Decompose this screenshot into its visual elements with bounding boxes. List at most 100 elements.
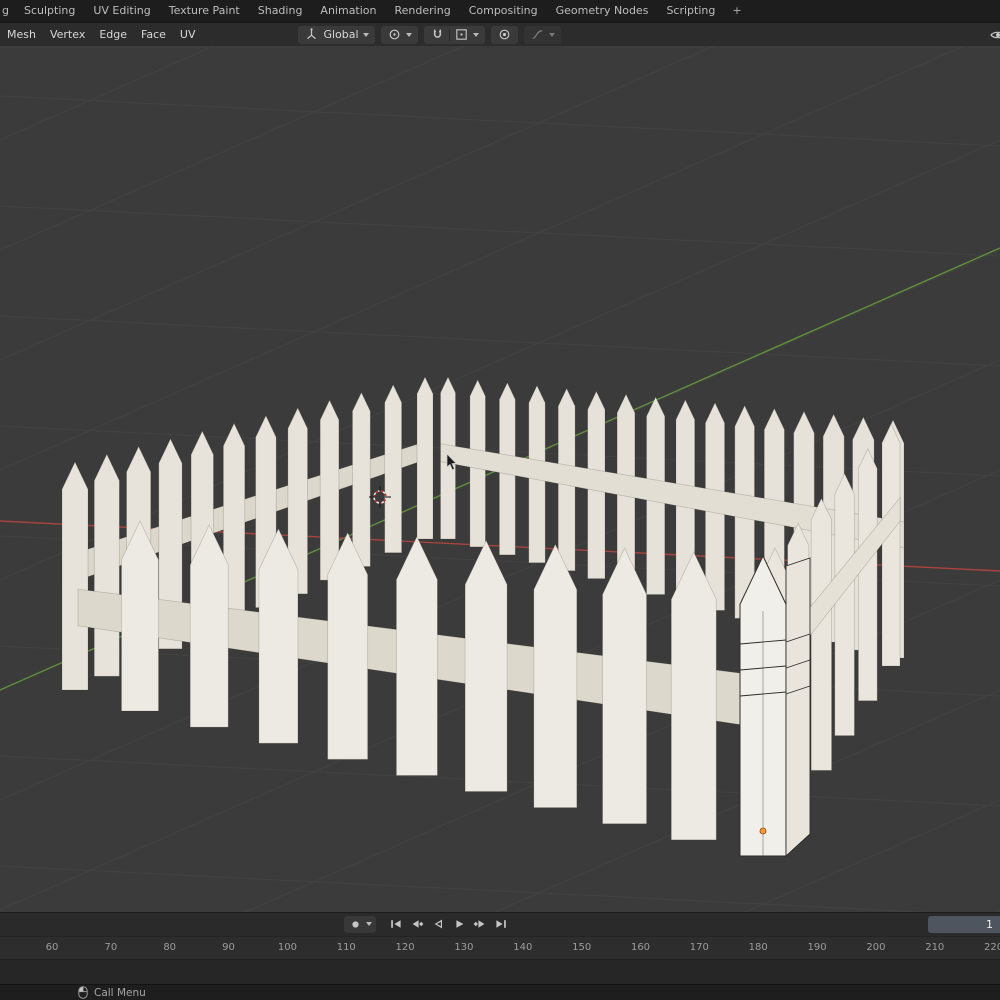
- ruler-tick-120: 120: [395, 942, 415, 953]
- viewport-menus: Mesh Vertex Edge Face UV: [0, 23, 202, 46]
- timeline-channel-area[interactable]: [0, 959, 1000, 984]
- workspace-tab-scripting[interactable]: Scripting: [657, 0, 724, 22]
- workspace-tab-sculpting[interactable]: Sculpting: [15, 0, 84, 22]
- ruler-tick-100: 100: [277, 942, 297, 953]
- ruler-tick-150: 150: [572, 942, 592, 953]
- picket: [834, 472, 855, 736]
- picket: [319, 399, 340, 581]
- picket: [327, 531, 369, 760]
- chevron-down-icon: [548, 32, 555, 37]
- menu-edge[interactable]: Edge: [92, 23, 134, 46]
- workspace-tab-compositing[interactable]: Compositing: [460, 0, 547, 22]
- workspace-tab-g[interactable]: g: [0, 0, 15, 22]
- proportional-falloff-dropdown[interactable]: [523, 25, 561, 44]
- menu-vertex[interactable]: Vertex: [43, 23, 92, 46]
- menu-uv[interactable]: UV: [173, 23, 203, 46]
- eye-icon[interactable]: [989, 27, 1000, 43]
- picket: [189, 523, 229, 728]
- pivot-point-dropdown[interactable]: [380, 25, 418, 44]
- picket: [258, 527, 299, 744]
- falloff-curve-icon: [532, 30, 542, 40]
- snapping-controls[interactable]: [423, 25, 485, 44]
- picket: [395, 535, 438, 776]
- chevron-down-icon: [362, 32, 369, 37]
- workspace-tab-shading[interactable]: Shading: [249, 0, 312, 22]
- divider: [448, 28, 450, 41]
- jump-start-icon: [390, 920, 401, 928]
- picket: [881, 423, 901, 667]
- workspace-tab-animation[interactable]: Animation: [311, 0, 385, 22]
- picket: [464, 539, 508, 792]
- ruler-tick-200: 200: [866, 942, 886, 953]
- next-keyframe-button[interactable]: [470, 915, 489, 933]
- workspace-tab-texture-paint[interactable]: Texture Paint: [160, 0, 249, 22]
- ruler-tick-90: 90: [222, 942, 235, 953]
- picket: [602, 547, 647, 825]
- ruler-tick-170: 170: [689, 942, 709, 953]
- ruler-tick-160: 160: [630, 942, 651, 953]
- viewport-canvas[interactable]: [0, 46, 1000, 912]
- workspace-tab-geometry-nodes[interactable]: Geometry Nodes: [547, 0, 658, 22]
- play-reverse-button[interactable]: [428, 915, 447, 933]
- picket: [810, 497, 832, 771]
- picket: [533, 543, 578, 809]
- jump-end-button[interactable]: [491, 915, 510, 933]
- orientation-label: Global: [323, 28, 359, 41]
- ruler-tick-210: 210: [925, 942, 945, 953]
- workspace-tab-uv-editing[interactable]: UV Editing: [84, 0, 159, 22]
- prev-keyframe-button[interactable]: [407, 915, 426, 933]
- ruler-tick-80: 80: [163, 942, 177, 953]
- picket: [670, 551, 717, 841]
- next-keyframe-icon: [473, 920, 484, 928]
- ruler-tick-70: 70: [104, 942, 118, 953]
- pivot-point-icon: [389, 29, 399, 40]
- record-dot-icon: [352, 920, 359, 928]
- picket: [384, 383, 403, 554]
- ruler-tick-180: 180: [748, 942, 768, 953]
- ruler-tick-140: 140: [513, 942, 533, 953]
- menu-mesh[interactable]: Mesh: [0, 23, 43, 46]
- object-origin-dot: [759, 827, 767, 835]
- ruler-tick-110: 110: [336, 942, 356, 953]
- chevron-down-icon: [405, 32, 412, 37]
- picket: [93, 453, 120, 677]
- timeline-ruler[interactable]: 60 70 80 90 100 110 120 130 140 150 160 170 180 190 20…: [0, 936, 1000, 959]
- current-frame-field[interactable]: 1: [928, 916, 1000, 933]
- picket: [352, 391, 371, 567]
- workspace-tab-rendering[interactable]: Rendering: [386, 0, 460, 22]
- timeline-playbar: 1: [0, 912, 1000, 936]
- auto-keying-button[interactable]: [344, 915, 376, 933]
- status-bar: Call Menu: [0, 984, 1000, 1000]
- viewport-header: Mesh Vertex Edge Face UV Global: [0, 22, 1000, 46]
- mouse-icon: [78, 986, 88, 999]
- blender-app: g Sculpting UV Editing Texture Paint Shading…: [0, 0, 1000, 1000]
- viewport-header-widgets: Global: [298, 25, 561, 44]
- proportional-editing-icon: [499, 29, 509, 40]
- snap-magnet-icon: [433, 29, 441, 38]
- chevron-down-icon: [366, 922, 372, 926]
- orientation-axes-icon: [307, 28, 317, 40]
- jump-end-icon: [495, 920, 506, 928]
- status-hint: Call Menu: [94, 986, 146, 999]
- current-frame-value: 1: [986, 918, 993, 931]
- prev-keyframe-icon: [412, 920, 423, 928]
- transform-orientation-dropdown[interactable]: Global: [298, 25, 375, 44]
- picket: [61, 461, 89, 691]
- picket: [858, 447, 878, 702]
- transport-controls: [344, 915, 510, 933]
- jump-start-button[interactable]: [386, 915, 405, 933]
- add-workspace-button[interactable]: +: [724, 0, 749, 22]
- ruler-tick-60: 60: [45, 942, 59, 953]
- chevron-down-icon: [472, 32, 479, 37]
- picket: [121, 520, 159, 712]
- ruler-tick-220: 220: [984, 942, 1000, 953]
- viewport-3d[interactable]: [0, 46, 1000, 912]
- snap-target-icon: [455, 29, 467, 40]
- workspace-tabs: g Sculpting UV Editing Texture Paint Shading…: [0, 0, 724, 22]
- menu-face[interactable]: Face: [134, 23, 173, 46]
- play-button[interactable]: [449, 915, 468, 933]
- proportional-editing-toggle[interactable]: [490, 25, 518, 44]
- topbar: g Sculpting UV Editing Texture Paint Shading…: [0, 0, 1000, 22]
- fence-object: [61, 376, 905, 858]
- play-icon: [455, 920, 463, 928]
